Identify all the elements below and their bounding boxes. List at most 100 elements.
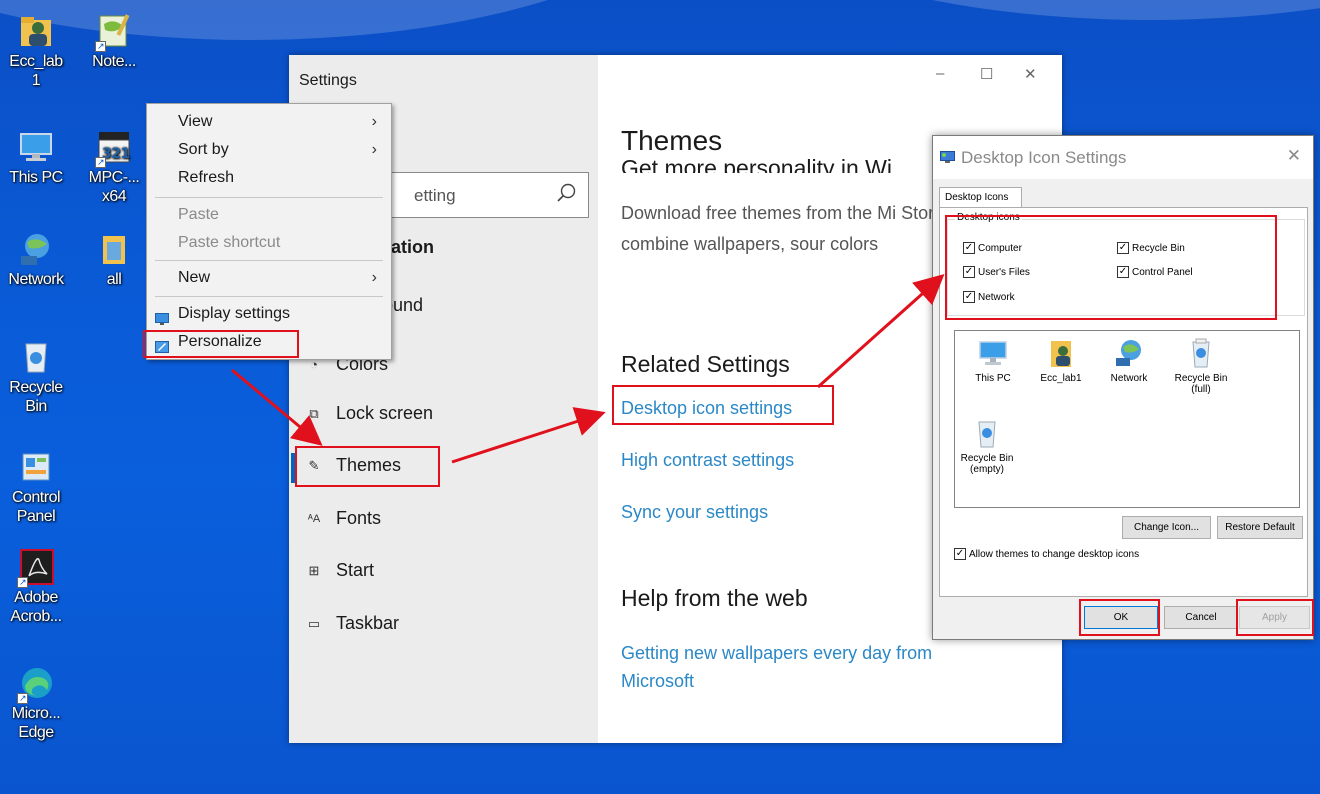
high-contrast-settings-link[interactable]: High contrast settings: [621, 450, 794, 471]
desktop-icon-settings-link[interactable]: Desktop icon settings: [621, 398, 792, 419]
icon-item-label: Recycle Bin (full): [1174, 373, 1228, 395]
desktop-icon-label: Ecc_lab 1: [9, 53, 63, 89]
recycle-bin-checkbox[interactable]: ✓ Recycle Bin: [1117, 242, 1185, 256]
menu-label: New: [178, 269, 211, 286]
menu-item-paste[interactable]: Paste: [147, 202, 391, 228]
control-panel-icon: [17, 452, 55, 486]
network-checkbox[interactable]: ✓ Network: [963, 291, 1015, 305]
desktop-icon-network[interactable]: Network: [4, 230, 68, 289]
allow-themes-checkbox[interactable]: ✓ Allow themes to change desktop icons: [954, 548, 1139, 562]
shortcut-arrow-icon: ↗: [95, 41, 106, 52]
menu-item-refresh[interactable]: Refresh: [147, 165, 391, 191]
desktop-icon-this-pc[interactable]: This PC: [4, 128, 68, 187]
svg-text:321: 321: [102, 146, 130, 162]
search-placeholder: etting: [414, 186, 456, 205]
settings-title: Settings: [299, 72, 357, 89]
menu-separator: [155, 260, 383, 261]
desktop-icon-mpc[interactable]: 321 ↗ MPC-... x64: [82, 128, 146, 206]
desktop-icon-label: Adobe Acrob...: [10, 589, 62, 625]
change-icon-button[interactable]: Change Icon...: [1122, 516, 1211, 539]
taskbar-icon: ▭: [307, 616, 321, 631]
recycle-bin-full-icon: [1185, 337, 1217, 369]
chevron-right-icon: ›: [371, 269, 377, 286]
control-panel-checkbox[interactable]: ✓ Control Panel: [1117, 266, 1193, 280]
desktop-icon-label: Network: [8, 271, 64, 288]
menu-item-paste-shortcut[interactable]: Paste shortcut: [147, 230, 391, 256]
desktop-icon-notepad[interactable]: ↗ Note...: [82, 12, 146, 71]
menu-separator: [155, 296, 383, 297]
menu-item-view[interactable]: View ›: [147, 109, 391, 135]
desktop-icon-label: MPC-... x64: [88, 169, 140, 205]
desktop-icon-ecc-lab[interactable]: Ecc_lab 1: [4, 12, 68, 90]
checkbox-label: Recycle Bin: [1132, 243, 1185, 254]
menu-item-personalize[interactable]: Personalize: [147, 329, 391, 355]
menu-item-sort-by[interactable]: Sort by ›: [147, 137, 391, 163]
lock-screen-icon: ⧉: [309, 406, 319, 421]
personalize-icon: [155, 336, 169, 353]
menu-separator: [155, 197, 383, 198]
page-title: Themes: [621, 125, 723, 156]
folder-user-icon: [1045, 337, 1077, 369]
apply-button[interactable]: Apply: [1239, 606, 1310, 629]
desktop-icon-label: Control Panel: [11, 489, 61, 525]
desktop-icon-all[interactable]: all: [82, 230, 146, 289]
checkbox-check: ✓: [963, 291, 975, 303]
menu-item-display-settings[interactable]: Display settings: [147, 301, 391, 327]
computer-checkbox[interactable]: ✓ Computer: [963, 242, 1022, 256]
desktop-icon-edge[interactable]: ↗ Micro... Edge: [4, 664, 68, 742]
nav-fonts[interactable]: ᴬA Fonts: [289, 498, 598, 542]
nav-label: Fonts: [336, 508, 382, 528]
desktop-icon-adobe[interactable]: ↗ Adobe Acrob...: [4, 548, 68, 626]
checkbox-label: Control Panel: [1132, 267, 1193, 278]
wallpaper-swoosh: [700, 0, 1320, 20]
restore-default-button[interactable]: Restore Default: [1217, 516, 1303, 539]
network-icon: [17, 230, 55, 268]
recycle-bin-empty-icon: [971, 417, 1003, 449]
shortcut-arrow-icon: ↗: [95, 157, 106, 168]
checkbox-check: ✓: [1117, 242, 1129, 254]
selected-indicator: [291, 453, 295, 483]
tab-desktop-icons[interactable]: Desktop Icons: [939, 187, 1022, 208]
close-button[interactable]: ✕: [1024, 65, 1037, 83]
folder-icon: [95, 230, 133, 268]
themes-icon: ✎: [308, 458, 320, 473]
edge-icon: ↗: [17, 664, 55, 704]
network-icon: [1113, 337, 1145, 369]
checkbox-label: Computer: [978, 243, 1022, 254]
fonts-icon: ᴬA: [307, 513, 321, 525]
nav-themes[interactable]: ✎ Themes: [289, 445, 598, 489]
folder-user-icon: [17, 12, 55, 50]
dialog-title: Desktop Icon Settings: [961, 148, 1127, 167]
nav-taskbar[interactable]: ▭ Taskbar: [289, 603, 598, 647]
checkbox-check: ✓: [963, 266, 975, 278]
dialog-close-button[interactable]: ✕: [1287, 146, 1301, 166]
start-icon: ⊞: [308, 563, 320, 578]
chevron-right-icon: ›: [371, 141, 377, 158]
shortcut-arrow-icon: ↗: [17, 693, 28, 704]
wallpapers-link[interactable]: Getting new wallpapers every day from Mi…: [621, 639, 981, 695]
icon-item-label: Network: [1110, 373, 1148, 384]
icon-item-label: Ecc_lab1: [1040, 373, 1082, 384]
icon-list-item[interactable]: Recycle Bin (full): [1167, 337, 1235, 395]
desktop-icon-label: Note...: [92, 53, 136, 70]
icon-list-item[interactable]: Ecc_lab1: [1027, 337, 1095, 384]
ok-button[interactable]: OK: [1084, 606, 1158, 629]
desktop-icon-control-panel[interactable]: Control Panel: [4, 452, 68, 526]
users-files-checkbox[interactable]: ✓ User's Files: [963, 266, 1030, 280]
display-icon: [155, 308, 169, 325]
cancel-button[interactable]: Cancel: [1164, 606, 1238, 629]
menu-item-new[interactable]: New ›: [147, 265, 391, 291]
maximize-button[interactable]: ☐: [980, 65, 993, 83]
desktop-icon-recycle-bin[interactable]: Recycle Bin: [4, 338, 68, 416]
minimize-button[interactable]: –: [936, 65, 944, 82]
nav-start[interactable]: ⊞ Start: [289, 550, 598, 594]
icon-list-item[interactable]: Network: [1095, 337, 1163, 384]
nav-lock-screen[interactable]: ⧉ Lock screen: [289, 393, 598, 437]
desktop-icon-settings-dialog: Desktop Icon Settings ✕ Desktop Icons De…: [932, 135, 1314, 640]
icon-list-item[interactable]: This PC: [959, 337, 1027, 384]
sync-settings-link[interactable]: Sync your settings: [621, 502, 768, 523]
shortcut-arrow-icon: ↗: [17, 577, 28, 588]
menu-label: Sort by: [178, 141, 229, 158]
icon-list-item[interactable]: Recycle Bin (empty): [953, 417, 1021, 475]
menu-label: View: [178, 113, 213, 130]
